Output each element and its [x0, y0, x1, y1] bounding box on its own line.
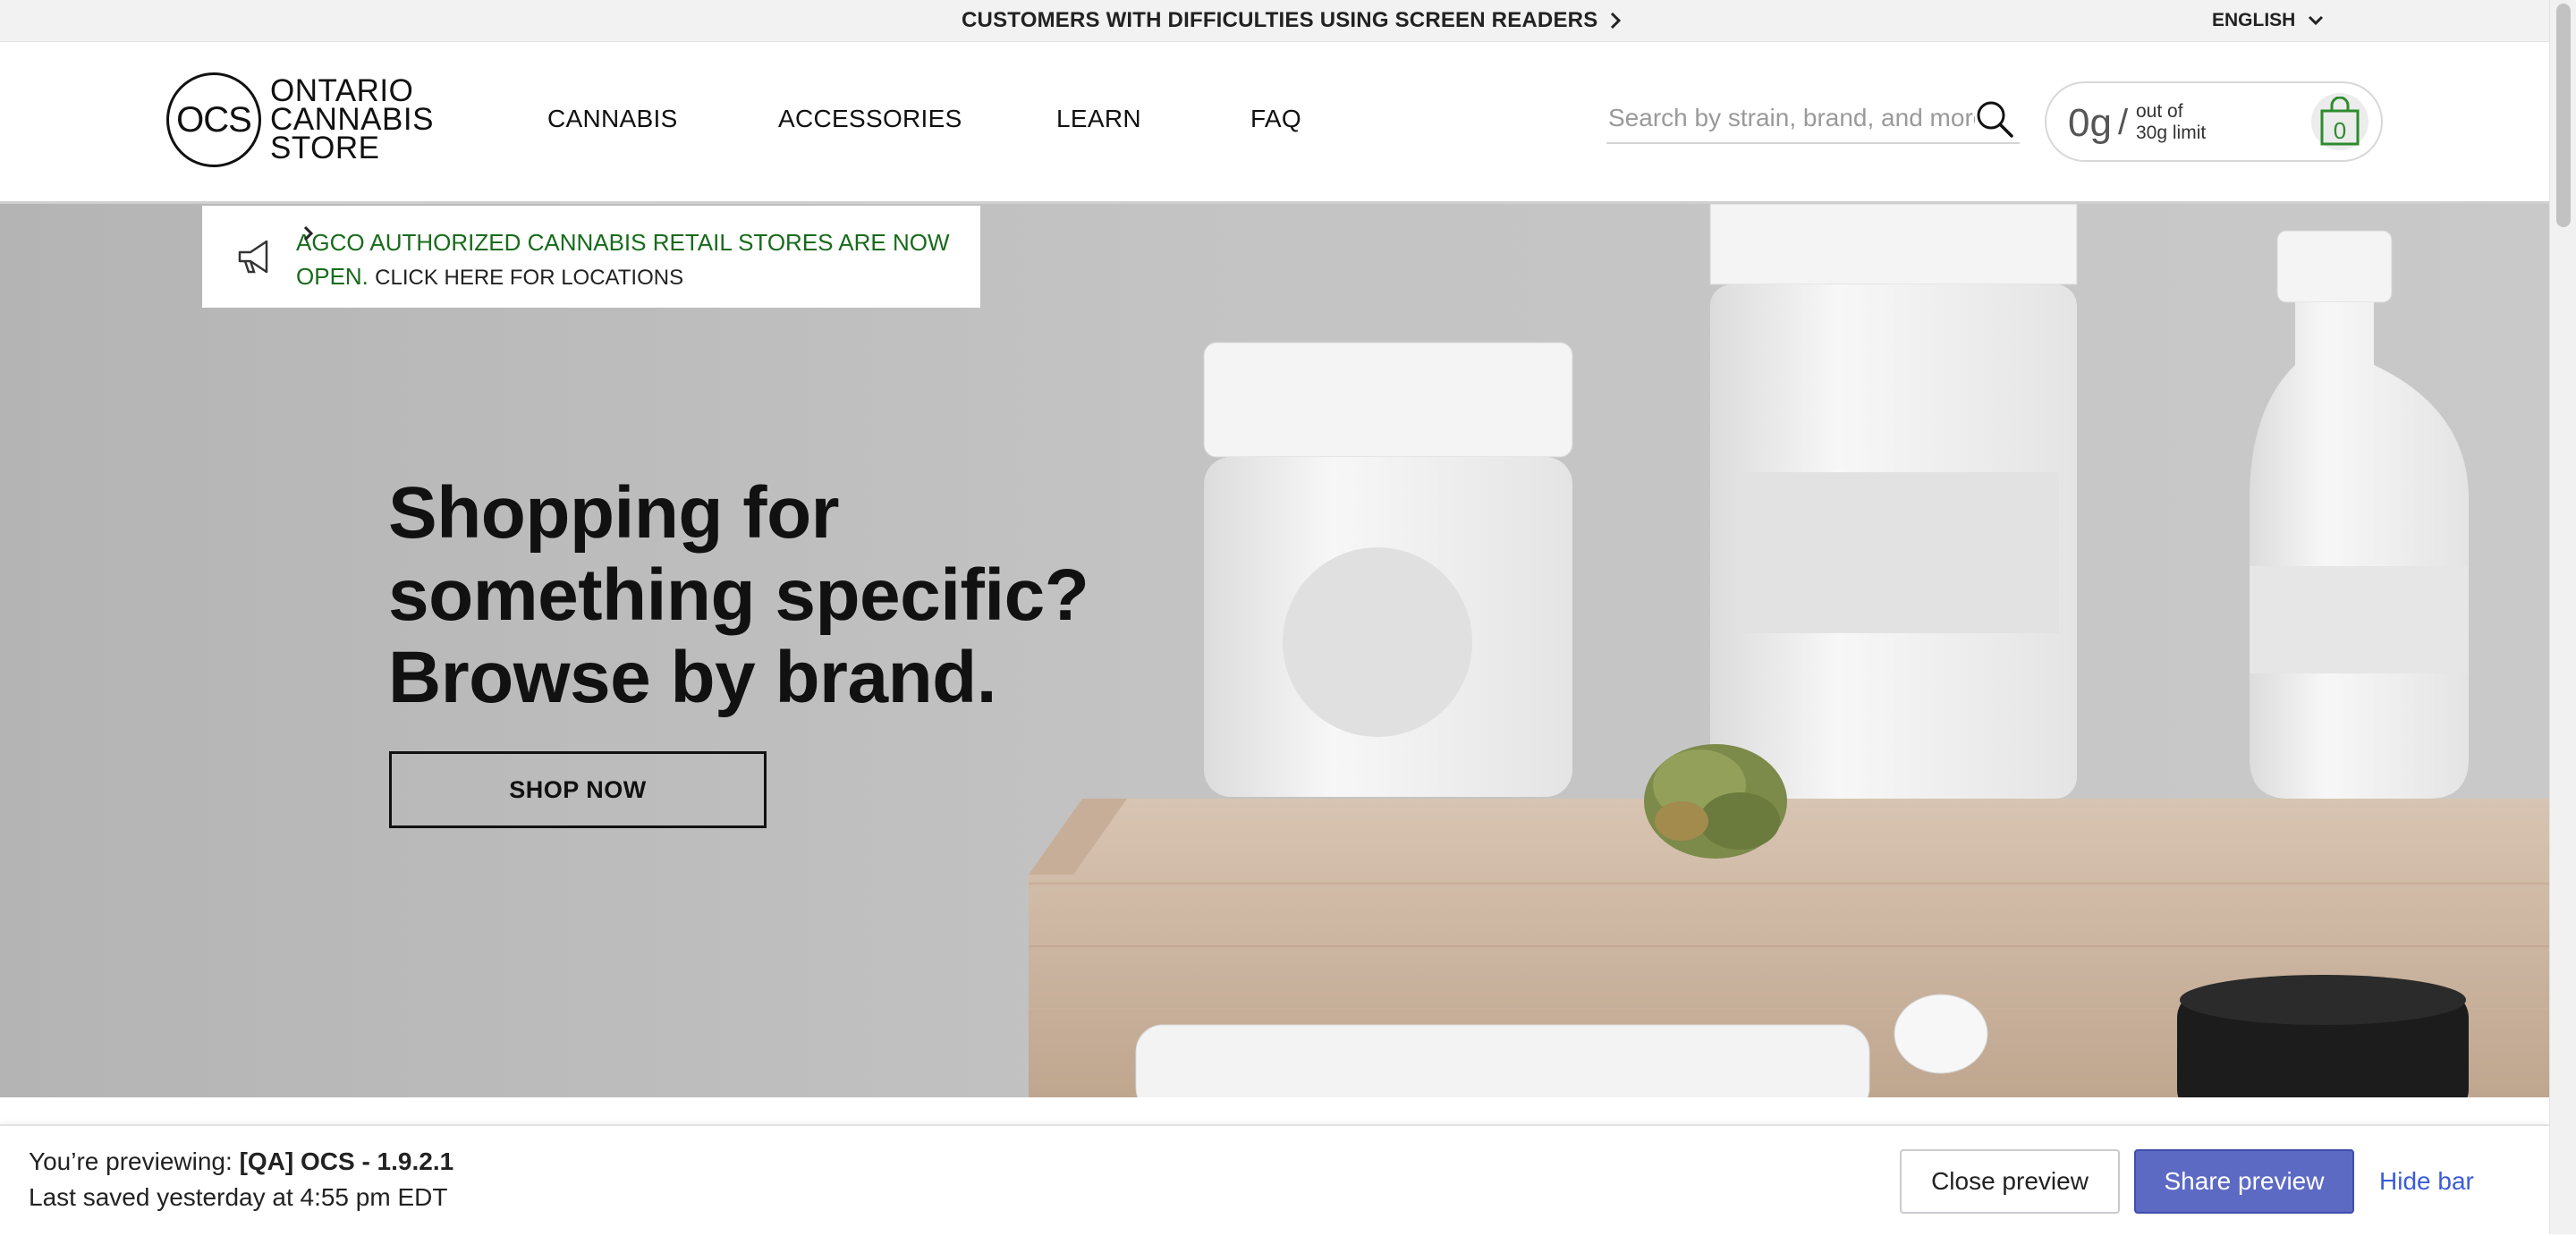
nav-learn[interactable]: LEARN [1056, 105, 1141, 133]
announcement-text: AGCO AUTHORIZED CANNABIS RETAIL STORES A… [296, 225, 958, 295]
last-saved-text: Last saved yesterday at 4:55 pm EDT [29, 1183, 448, 1211]
preview-prefix: You’re previewing: [29, 1147, 233, 1175]
limit-amount: 0g [2068, 101, 2112, 145]
locations-link[interactable]: CLICK HERE FOR LOCATIONS [303, 225, 684, 290]
scrollbar-thumb[interactable] [2556, 4, 2571, 227]
hero-background-image [0, 204, 2549, 1097]
search-box [1606, 96, 2020, 144]
search-icon[interactable] [1975, 99, 2014, 139]
nav-faq[interactable]: FAQ [1250, 105, 1301, 133]
chevron-right-icon [1611, 12, 1622, 30]
nav-cannabis[interactable]: CANNABIS [547, 105, 678, 133]
hero-headline: Shopping for something specific? Browse … [388, 472, 1089, 718]
logo-line-3: STORE [270, 131, 380, 165]
announcement-banner[interactable]: AGCO AUTHORIZED CANNABIS RETAIL STORES A… [202, 206, 980, 308]
limit-text-line2: 30g limit [2136, 123, 2207, 143]
top-bar: CUSTOMERS WITH DIFFICULTIES USING SCREEN… [0, 0, 2549, 42]
limit-text-line1: out of [2136, 101, 2183, 122]
preview-theme-name: [QA] OCS - 1.9.2.1 [239, 1147, 454, 1175]
logo-wordmark: ONTARIO CANNABIS STORE [270, 75, 434, 165]
screen-reader-link[interactable]: CUSTOMERS WITH DIFFICULTIES USING SCREEN… [962, 8, 1622, 33]
shopping-bag-icon: 0 [2320, 97, 2360, 146]
chevron-down-icon [2309, 15, 2324, 26]
close-preview-button[interactable]: Close preview [1900, 1149, 2120, 1214]
nav-accessories[interactable]: ACCESSORIES [778, 105, 962, 133]
limit-separator: / [2118, 103, 2129, 142]
shop-now-button[interactable]: SHOP NOW [389, 751, 767, 828]
purchase-limit-widget[interactable]: 0g / out of 30g limit 0 [2045, 81, 2383, 162]
cart-count: 0 [2334, 117, 2346, 144]
theme-preview-bar: You’re previewing: [QA] OCS - 1.9.2.1 La… [0, 1124, 2549, 1236]
search-input[interactable] [1606, 97, 1977, 139]
hero-banner: AGCO AUTHORIZED CANNABIS RETAIL STORES A… [0, 204, 2549, 1097]
logo-mark: OCS [166, 72, 261, 167]
language-label: ENGLISH [2212, 10, 2296, 30]
ocs-logo[interactable]: OCS ONTARIO CANNABIS STORE [166, 72, 434, 167]
preview-status: You’re previewing: [QA] OCS - 1.9.2.1 [29, 1147, 453, 1176]
screen-reader-link-label: CUSTOMERS WITH DIFFICULTIES USING SCREEN… [962, 8, 1598, 32]
limit-text: out of 30g limit [2136, 101, 2206, 144]
hide-bar-link[interactable]: Hide bar [2379, 1167, 2474, 1196]
cart-button[interactable]: 0 [2311, 93, 2368, 150]
language-selector[interactable]: ENGLISH [2212, 10, 2324, 31]
megaphone-icon [238, 240, 268, 274]
vertical-scrollbar[interactable] [2549, 0, 2576, 1234]
locations-link-label: CLICK HERE FOR LOCATIONS [375, 266, 684, 290]
site-header: OCS ONTARIO CANNABIS STORE CANNABIS ACCE… [0, 42, 2549, 204]
chevron-right-icon [303, 225, 314, 241]
share-preview-button[interactable]: Share preview [2134, 1149, 2354, 1214]
